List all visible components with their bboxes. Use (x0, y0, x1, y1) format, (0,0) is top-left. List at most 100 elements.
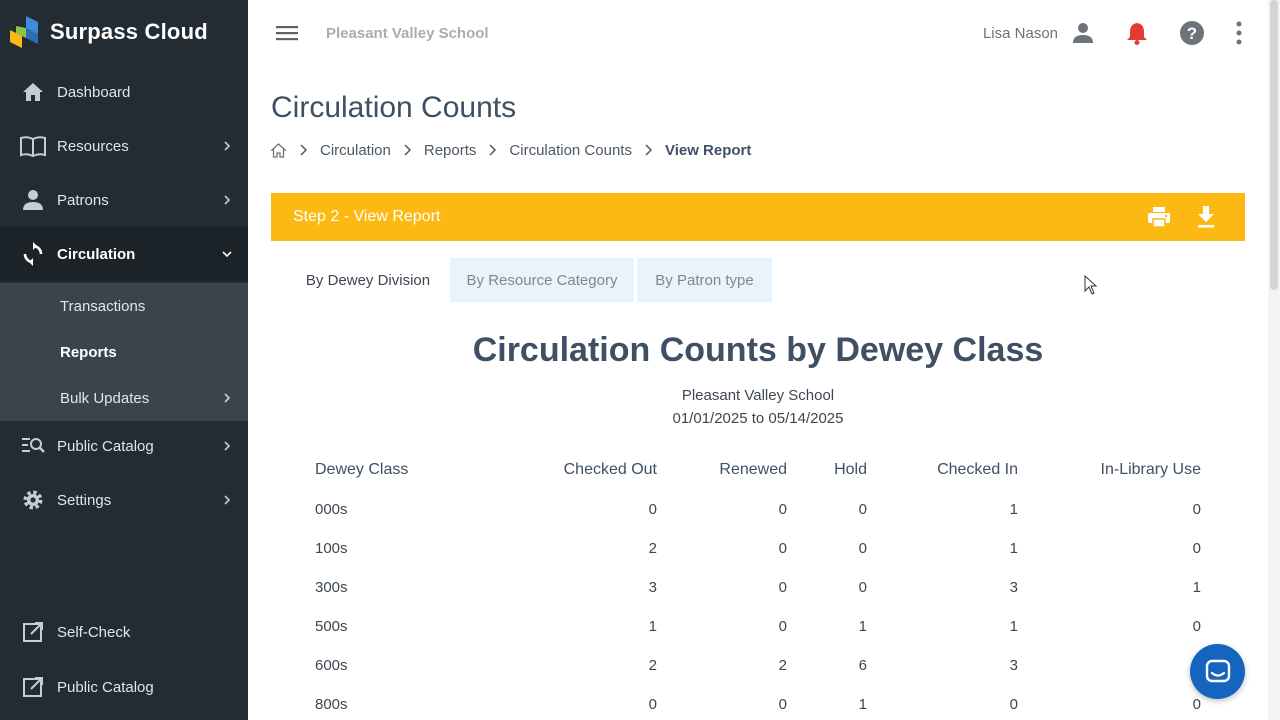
sidebar-item-label: Dashboard (57, 83, 131, 101)
circulation-submenu: Transactions Reports Bulk Updates (0, 283, 248, 421)
cell-checked-out: 3 (648, 579, 657, 596)
help-icon[interactable]: ? (1179, 20, 1205, 46)
cell-in-library-use: 0 (1192, 696, 1201, 713)
user-account-icon[interactable] (1070, 20, 1096, 46)
chevron-right-icon (300, 144, 308, 156)
cell-renewed: 0 (778, 579, 787, 596)
download-icon[interactable] (1193, 204, 1219, 230)
cell-dewey-class: 600s (315, 657, 348, 674)
chevron-right-icon (224, 441, 231, 451)
cell-checked-out: 0 (648, 696, 657, 713)
app-name: Surpass Cloud (50, 19, 208, 44)
column-header-dewey-class: Dewey Class (315, 461, 409, 478)
surpass-logo-icon (10, 16, 38, 48)
cell-hold: 1 (858, 618, 867, 635)
svg-text:?: ? (1187, 24, 1197, 43)
brand[interactable]: Surpass Cloud (0, 0, 248, 64)
cell-dewey-class: 100s (315, 540, 348, 557)
sidebar-item-label: Public Catalog (57, 437, 154, 455)
cell-in-library-use: 0 (1192, 618, 1201, 635)
book-icon (20, 133, 46, 159)
cell-checked-out: 2 (648, 540, 657, 557)
chevron-right-icon (224, 495, 231, 505)
column-header-checked-in: Checked In (937, 461, 1018, 478)
breadcrumb: Circulation Reports Circulation Counts V… (270, 139, 751, 161)
top-bar: Pleasant Valley School Lisa Nason ? (248, 0, 1268, 66)
home-icon (20, 79, 46, 105)
cell-checked-in: 1 (1009, 618, 1018, 635)
page-scrollbar[interactable] (1268, 0, 1280, 720)
hamburger-menu-icon[interactable] (276, 22, 298, 44)
external-link-icon (20, 619, 46, 645)
tab-by-resource-category[interactable]: By Resource Category (450, 258, 634, 302)
sidebar-item-circulation[interactable]: Circulation (0, 227, 248, 281)
column-header-hold: Hold (834, 461, 867, 478)
chat-support-button[interactable] (1190, 644, 1245, 699)
sidebar-item-label: Patrons (57, 191, 109, 209)
print-icon[interactable] (1146, 204, 1172, 230)
sidebar-subitem-reports[interactable]: Reports (0, 329, 248, 375)
chevron-right-icon (224, 141, 231, 151)
cell-checked-out: 0 (648, 501, 657, 518)
cell-checked-in: 3 (1009, 657, 1018, 674)
sidebar-subitem-transactions[interactable]: Transactions (0, 283, 248, 329)
sidebar-subitem-label: Reports (60, 343, 117, 361)
sidebar: Surpass Cloud Dashboard Resources Patron… (0, 0, 248, 720)
cell-checked-in: 0 (1009, 696, 1018, 713)
report-date-range: 01/01/2025 to 05/14/2025 (672, 410, 844, 427)
cell-renewed: 0 (778, 501, 787, 518)
external-link-icon (20, 674, 46, 700)
scrollbar-thumb[interactable] (1270, 0, 1278, 290)
sidebar-item-public-catalog[interactable]: Public Catalog (0, 419, 248, 473)
sidebar-item-self-check[interactable]: Self-Check (0, 605, 248, 659)
catalog-search-icon (20, 433, 46, 459)
cell-dewey-class: 300s (315, 579, 348, 596)
sidebar-item-label: Circulation (57, 245, 136, 263)
tab-by-dewey-division[interactable]: By Dewey Division (290, 258, 446, 302)
sidebar-item-patrons[interactable]: Patrons (0, 173, 248, 227)
cell-hold: 0 (858, 579, 867, 596)
chevron-down-icon (222, 251, 232, 258)
sidebar-item-label: Settings (57, 491, 112, 509)
cell-renewed: 0 (778, 540, 787, 557)
cell-dewey-class: 800s (315, 696, 348, 713)
breadcrumb-reports[interactable]: Reports (424, 142, 477, 159)
cell-hold: 1 (858, 696, 867, 713)
user-name[interactable]: Lisa Nason (983, 25, 1058, 42)
sidebar-item-resources[interactable]: Resources (0, 119, 248, 173)
mouse-cursor-icon (1084, 275, 1098, 295)
column-header-in-library-use: In-Library Use (1100, 461, 1201, 478)
step-header-bar: Step 2 - View Report (271, 193, 1245, 241)
gear-icon (20, 487, 46, 513)
cell-hold: 0 (858, 501, 867, 518)
cell-hold: 0 (858, 540, 867, 557)
cell-dewey-class: 000s (315, 501, 348, 518)
sidebar-item-settings[interactable]: Settings (0, 473, 248, 527)
column-header-renewed: Renewed (719, 461, 787, 478)
sidebar-item-label: Resources (57, 137, 129, 155)
chevron-right-icon (645, 144, 653, 156)
sidebar-item-public-catalog-link[interactable]: Public Catalog (0, 660, 248, 714)
sync-icon (20, 241, 46, 267)
cell-checked-in: 1 (1009, 501, 1018, 518)
chevron-right-icon (489, 144, 497, 156)
person-icon (20, 187, 46, 213)
chevron-right-icon (404, 144, 411, 156)
more-vertical-icon[interactable] (1226, 20, 1252, 46)
chevron-right-icon (224, 195, 231, 205)
sidebar-item-dashboard[interactable]: Dashboard (0, 65, 248, 119)
school-name: Pleasant Valley School (326, 25, 489, 42)
breadcrumb-circulation-counts[interactable]: Circulation Counts (509, 142, 632, 159)
breadcrumb-circulation[interactable]: Circulation (320, 142, 391, 159)
cell-dewey-class: 500s (315, 618, 348, 635)
tab-by-patron-type[interactable]: By Patron type (637, 258, 772, 302)
sidebar-subitem-bulk-updates[interactable]: Bulk Updates (0, 375, 248, 421)
cell-checked-out: 1 (648, 618, 657, 635)
notification-bell-icon[interactable] (1124, 20, 1150, 46)
cell-renewed: 0 (778, 696, 787, 713)
chat-icon (1205, 659, 1230, 682)
cell-hold: 6 (858, 657, 867, 674)
sidebar-subitem-label: Bulk Updates (60, 389, 150, 407)
home-outline-icon[interactable] (270, 142, 287, 159)
cell-checked-out: 2 (648, 657, 657, 674)
